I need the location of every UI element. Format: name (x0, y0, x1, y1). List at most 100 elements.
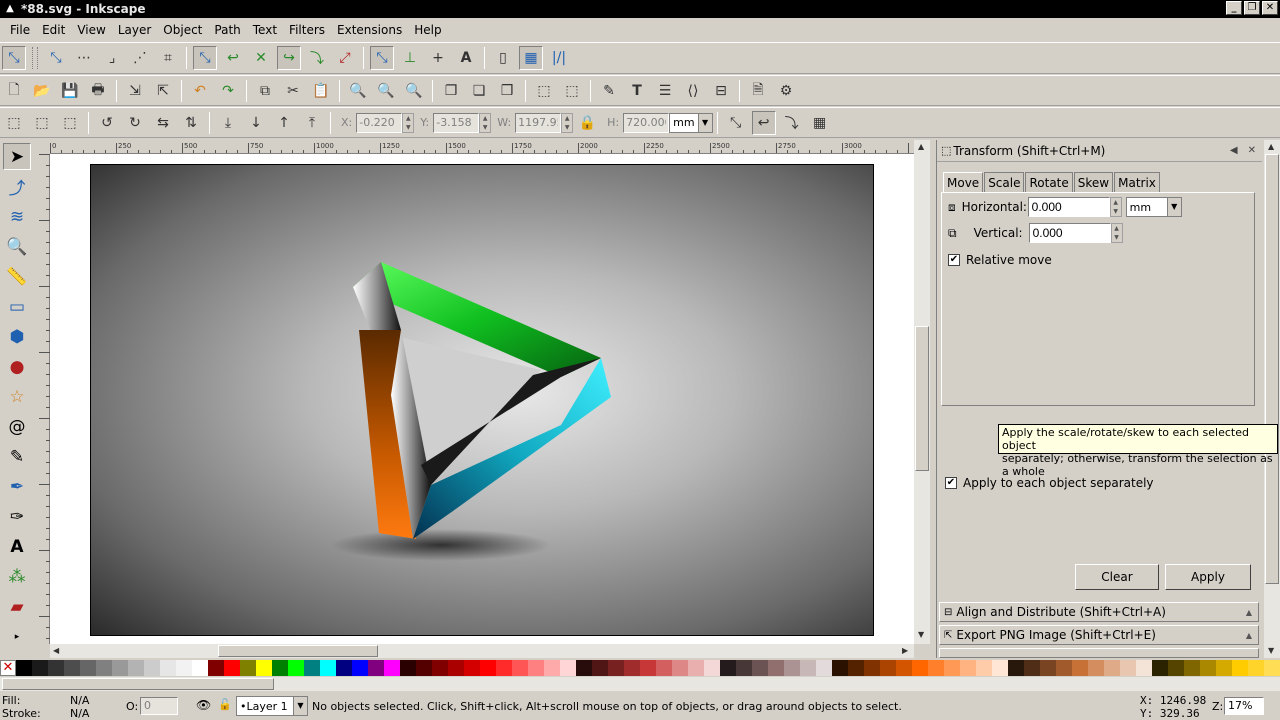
import-icon[interactable]: ⇲ (123, 79, 147, 103)
zoom-page-icon[interactable]: 🔍 (402, 79, 426, 103)
zoom-tool-icon[interactable]: 🔍 (3, 233, 31, 260)
menu-extensions[interactable]: Extensions (331, 23, 408, 37)
toolbar-grip[interactable] (32, 47, 38, 69)
move-unit-select[interactable]: mm ▼ (1125, 197, 1182, 217)
scroll-up-arrow-icon[interactable]: ▲ (918, 142, 924, 151)
menu-text[interactable]: Text (247, 23, 283, 37)
color-swatch[interactable] (400, 660, 416, 676)
color-swatch[interactable] (816, 660, 832, 676)
snap-bbox-edge-icon[interactable]: ⋯ (72, 46, 96, 70)
tab-skew[interactable]: Skew (1073, 172, 1114, 193)
relative-move-checkbox[interactable]: ✔ (948, 254, 960, 266)
unit-select[interactable]: mm ▼ (669, 112, 713, 133)
color-swatch[interactable] (112, 660, 128, 676)
color-swatch[interactable] (48, 660, 64, 676)
color-swatch[interactable] (208, 660, 224, 676)
color-swatch[interactable] (640, 660, 656, 676)
spray-tool-icon[interactable]: ⁂ (3, 563, 31, 590)
rotate-cw-icon[interactable]: ↻ (123, 111, 147, 135)
fill-stroke-icon[interactable]: ✎ (597, 79, 621, 103)
color-swatch[interactable] (80, 660, 96, 676)
color-swatch[interactable] (544, 660, 560, 676)
fill-indicator[interactable]: N/A (70, 694, 89, 707)
color-swatch[interactable] (1264, 660, 1280, 676)
expand-arrow-icon[interactable]: ▲ (1246, 608, 1252, 617)
snap-bbox-corner-icon[interactable]: ⌟ (100, 46, 124, 70)
snap-smooth-nodes-icon[interactable]: ⤵ (305, 46, 329, 70)
color-swatch[interactable] (32, 660, 48, 676)
selector-tool-icon[interactable]: ➤ (3, 143, 31, 170)
palette-scroll-thumb[interactable] (2, 678, 274, 690)
tweak-tool-icon[interactable]: ≋ (3, 203, 31, 230)
scroll-left-arrow-icon[interactable]: ◀ (53, 646, 59, 655)
redo-icon[interactable]: ↷ (216, 79, 240, 103)
tab-matrix[interactable]: Matrix (1114, 172, 1160, 193)
maximize-button[interactable]: ❐ (1244, 1, 1260, 15)
color-swatch[interactable] (16, 660, 32, 676)
color-swatch[interactable] (496, 660, 512, 676)
transform-dialog-header[interactable]: ⬚ Transform (Shift+Ctrl+M) ◀ ✕ (937, 140, 1262, 162)
tab-scale[interactable]: Scale (984, 172, 1025, 193)
color-swatch[interactable] (128, 660, 144, 676)
color-swatch[interactable] (560, 660, 576, 676)
vertical-ruler[interactable] (36, 154, 50, 644)
spiral-tool-icon[interactable]: @ (3, 413, 31, 440)
color-swatch[interactable] (288, 660, 304, 676)
scale-stroke-icon[interactable]: ⤡ (724, 111, 748, 135)
color-swatch[interactable] (1024, 660, 1040, 676)
clear-button[interactable]: Clear (1075, 564, 1159, 590)
snap-guides-icon[interactable]: |/| (547, 46, 571, 70)
color-swatch[interactable] (160, 660, 176, 676)
fill-stroke-dialog-partial[interactable] (939, 648, 1259, 658)
inkscape-app-icon[interactable]: ▲ (3, 2, 17, 16)
deselect-icon[interactable]: ⬚ (58, 111, 82, 135)
horizontal-spin-arrows[interactable]: ▲ ▼ (1109, 197, 1122, 217)
color-swatch[interactable] (464, 660, 480, 676)
layer-lock-icon[interactable]: 🔓 (218, 698, 232, 711)
layers-icon[interactable]: ☰ (653, 79, 677, 103)
ungroup-icon[interactable]: ⬚ (560, 79, 584, 103)
color-swatch[interactable] (1104, 660, 1120, 676)
more-tools-icon[interactable]: ▸ (3, 623, 31, 650)
flip-vertical-icon[interactable]: ⇅ (179, 111, 203, 135)
ellipse-tool-icon[interactable]: ● (3, 353, 31, 380)
menu-view[interactable]: View (71, 23, 111, 37)
color-swatch[interactable] (480, 660, 496, 676)
impossible-triangle-artwork[interactable] (91, 165, 875, 637)
transform-patterns-icon[interactable]: ▦ (808, 111, 832, 135)
color-swatch[interactable] (1136, 660, 1152, 676)
preferences-icon[interactable]: ⚙ (774, 79, 798, 103)
eraser-tool-icon[interactable]: ▰ (3, 593, 31, 620)
copy-icon[interactable]: ⧉ (253, 79, 277, 103)
page-artboard[interactable] (90, 164, 874, 636)
lower-icon[interactable]: ↓ (244, 111, 268, 135)
color-swatch[interactable] (864, 660, 880, 676)
color-swatch[interactable] (912, 660, 928, 676)
snap-bbox-center-icon[interactable]: ⌗ (156, 46, 180, 70)
dock-scroll-down-icon[interactable]: ▼ (1268, 646, 1274, 655)
layer-visibility-icon[interactable]: 👁 (196, 698, 211, 712)
raise-top-icon[interactable]: ⤒ (300, 111, 324, 135)
color-swatch[interactable] (896, 660, 912, 676)
opacity-input[interactable]: 0 (140, 697, 178, 715)
new-document-icon[interactable]: 🗋 (2, 79, 26, 103)
x-input[interactable] (356, 112, 403, 133)
color-swatch[interactable] (880, 660, 896, 676)
color-swatch[interactable] (192, 660, 208, 676)
zoom-drawing-icon[interactable]: 🔍 (374, 79, 398, 103)
color-swatch[interactable] (992, 660, 1008, 676)
minimize-button[interactable]: _ (1226, 1, 1242, 15)
color-swatch[interactable] (368, 660, 384, 676)
document-properties-icon[interactable]: 🗎 (746, 79, 770, 103)
h-input[interactable] (623, 112, 670, 133)
snap-toggle-icon[interactable]: ⤡ (2, 46, 26, 70)
color-swatch[interactable] (928, 660, 944, 676)
color-swatch[interactable] (240, 660, 256, 676)
menu-path[interactable]: Path (208, 23, 246, 37)
color-swatch[interactable] (944, 660, 960, 676)
color-swatch[interactable] (1168, 660, 1184, 676)
snap-bbox-midpoint-icon[interactable]: ⋰ (128, 46, 152, 70)
color-swatch[interactable] (144, 660, 160, 676)
color-swatch[interactable] (448, 660, 464, 676)
color-swatch[interactable] (800, 660, 816, 676)
